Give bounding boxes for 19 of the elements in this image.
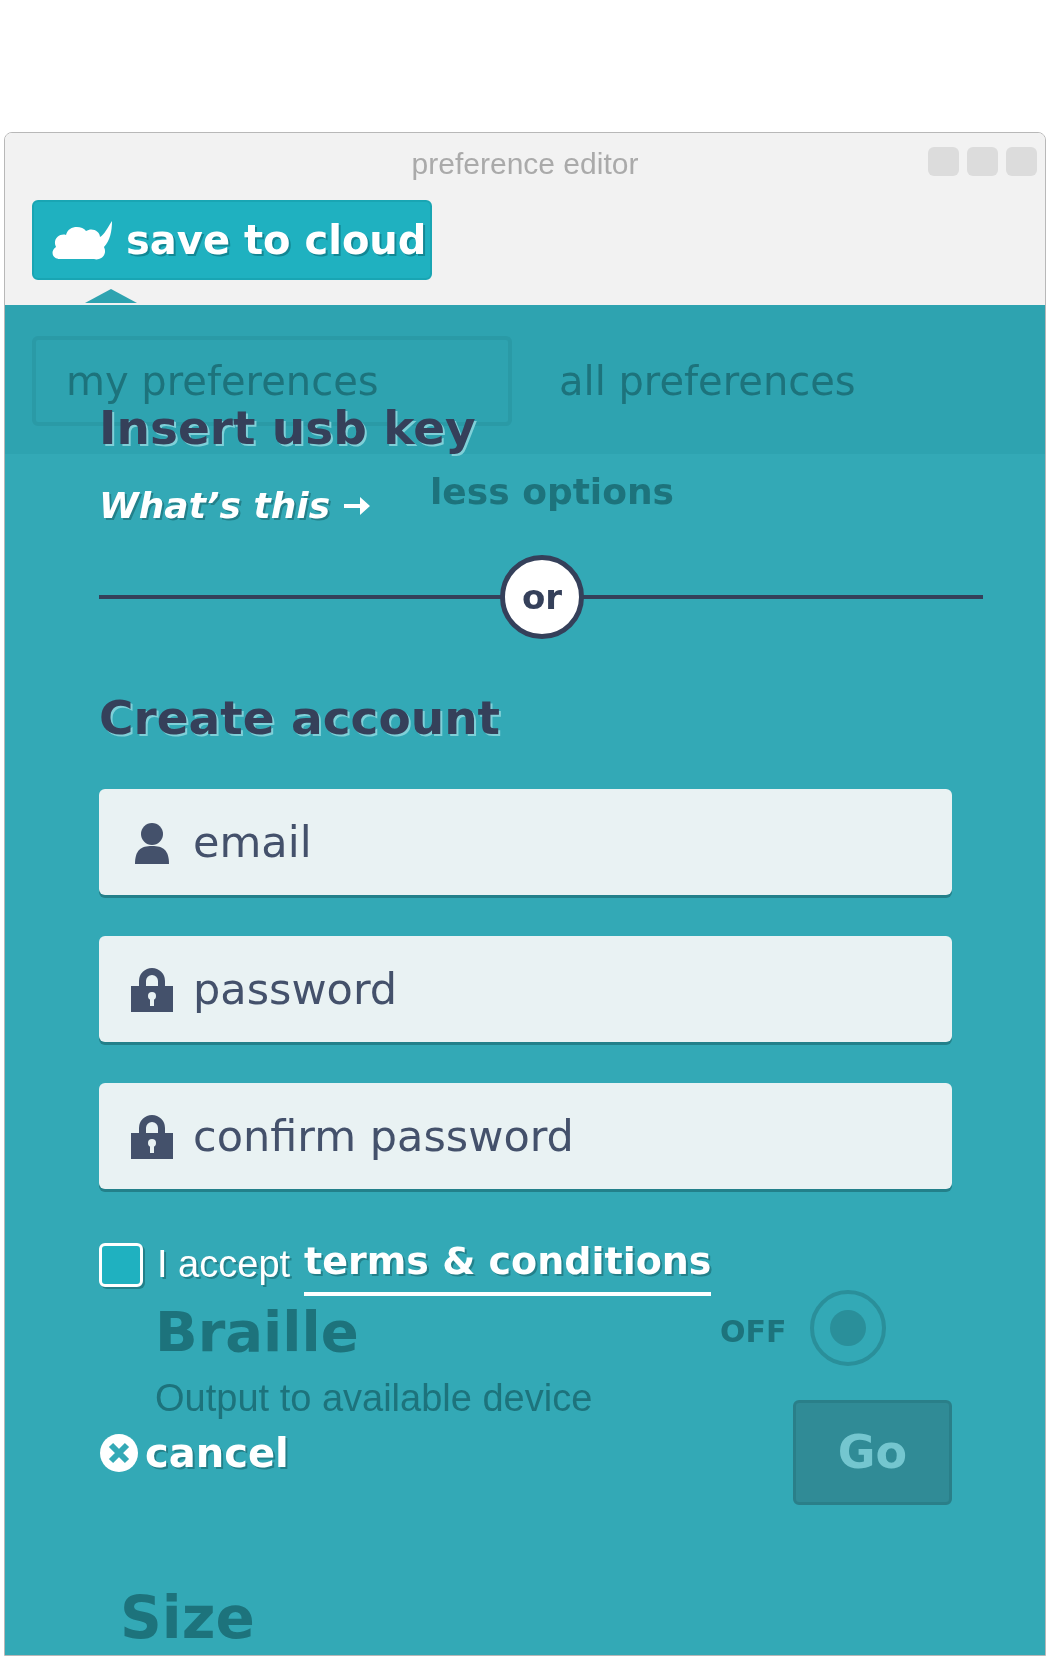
- input-field[interactable]: email: [99, 789, 952, 895]
- cancel-button[interactable]: cancel: [99, 1422, 289, 1483]
- create-account-heading: Create account: [99, 689, 501, 747]
- accept-text: I accept: [157, 1242, 291, 1287]
- terms-checkbox[interactable]: [99, 1242, 143, 1287]
- input-field[interactable]: password: [99, 936, 952, 1042]
- save-to-cloud-button[interactable]: save to cloud: [32, 200, 432, 280]
- terms-link[interactable]: terms & conditions: [304, 1233, 712, 1296]
- braille-description: Output to available device: [155, 1376, 593, 1421]
- close-icon: [99, 1432, 139, 1473]
- switch-label: OFF: [720, 1313, 787, 1351]
- lock-icon: [131, 1115, 173, 1159]
- person-icon: [135, 822, 169, 864]
- size-heading: Size: [120, 1583, 255, 1654]
- lock-icon: [131, 968, 173, 1012]
- window-title: preference editor: [411, 145, 639, 182]
- braille-heading: Braille: [155, 1298, 359, 1366]
- input-field[interactable]: confirm password: [99, 1083, 952, 1189]
- whats-this-link[interactable]: What’s this: [99, 479, 373, 533]
